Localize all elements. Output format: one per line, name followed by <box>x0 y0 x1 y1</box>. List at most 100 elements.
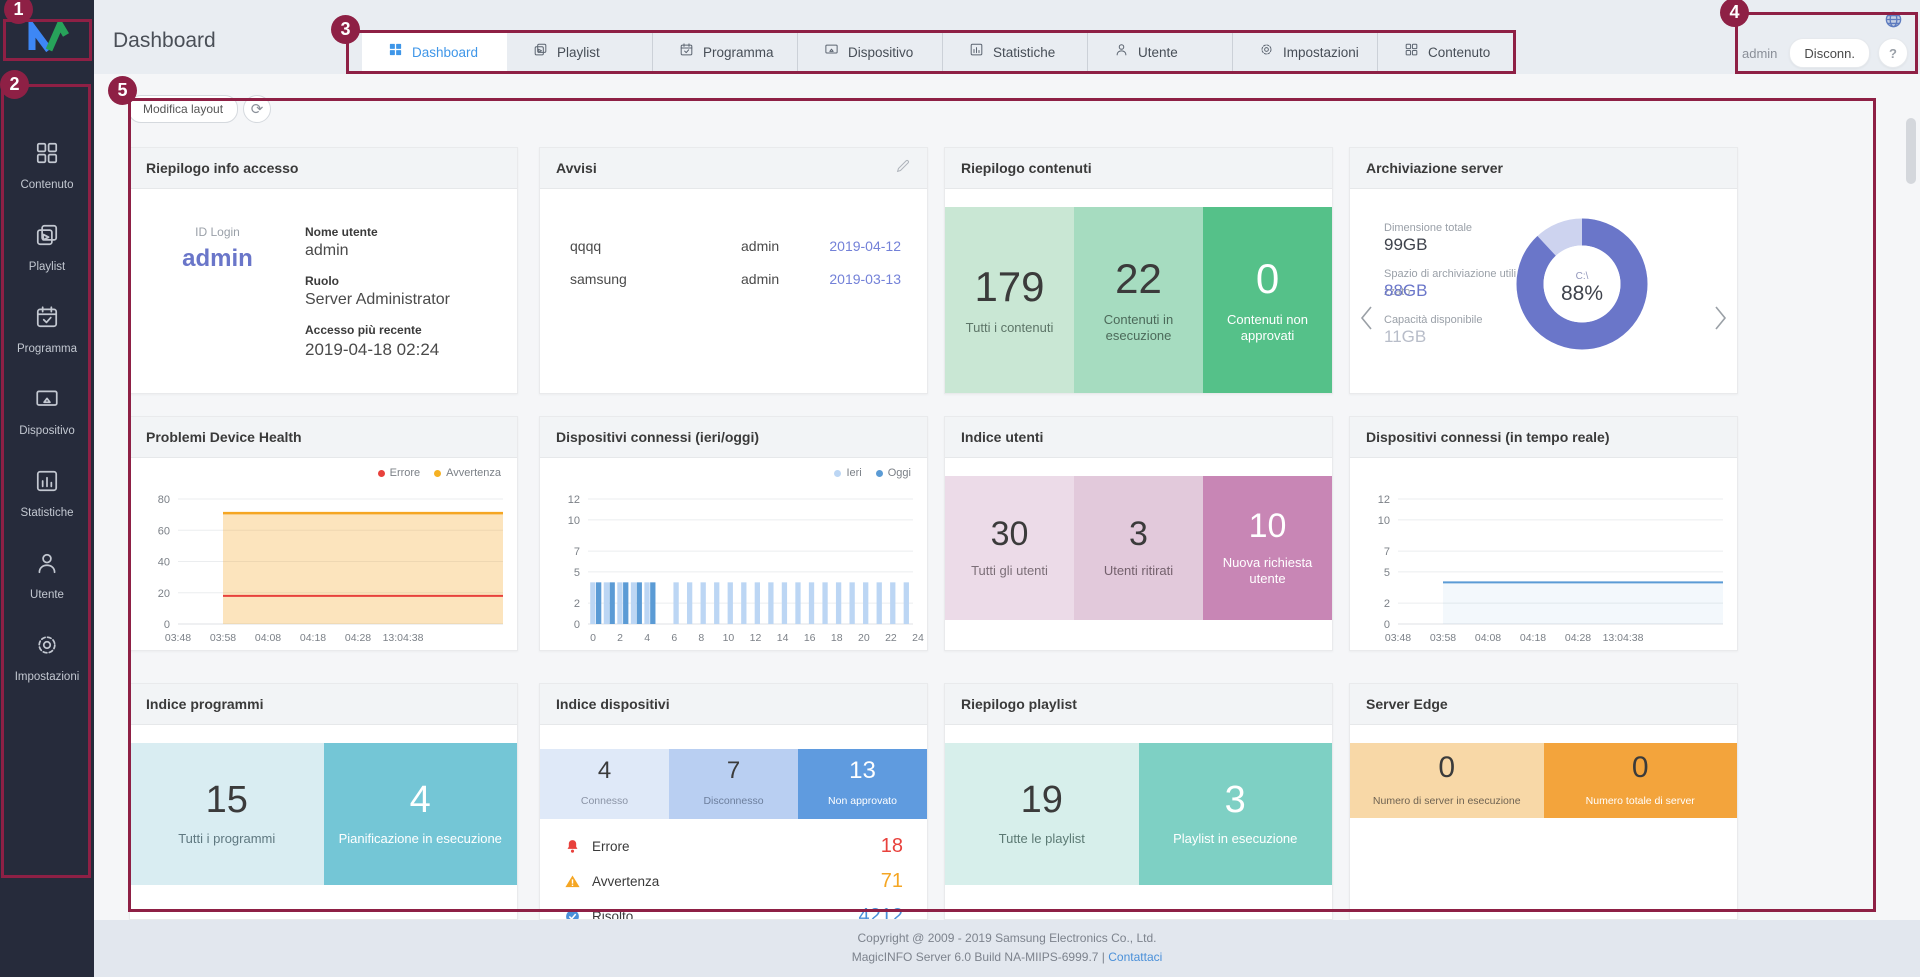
header: Dashboard DashboardPlaylistProgrammaDisp… <box>94 0 1920 74</box>
summary-tile[interactable]: 0Numero totale di server <box>1544 743 1738 818</box>
svg-text:7: 7 <box>574 546 580 558</box>
device-health-legend: ErroreAvvertenza <box>364 467 501 479</box>
legend-item: Ieri <box>834 467 861 479</box>
footer: Copyright @ 2009 - 2019 Samsung Electron… <box>94 920 1920 977</box>
language-globe-icon[interactable] <box>1884 10 1903 34</box>
notice-date-link[interactable]: 2019-03-13 <box>815 271 901 287</box>
tab-playlist[interactable]: Playlist <box>507 30 652 74</box>
card-playlist-summary: Riepilogo playlist 19Tutte le playlist3P… <box>944 683 1333 920</box>
device-status-value: 18 <box>881 835 903 858</box>
login-field-value: admin <box>305 242 517 260</box>
card-title: Dispositivi connessi (ieri/oggi) <box>556 429 911 445</box>
login-field-value: Server Administrator <box>305 291 517 309</box>
card-content-summary: Riepilogo contenuti 179Tutti i contenuti… <box>944 147 1333 394</box>
tab-label: Contenuto <box>1428 45 1490 60</box>
tab-impostazioni[interactable]: Impostazioni <box>1232 30 1377 74</box>
summary-tile[interactable]: 30Tutti gli utenti <box>945 476 1074 620</box>
content-scrollbar-thumb[interactable] <box>1906 118 1916 184</box>
tile-label: Playlist in esecuzione <box>1163 831 1307 847</box>
tile-label: Connesso <box>571 795 638 808</box>
card-title: Riepilogo info accesso <box>146 160 501 176</box>
sidebar-item-programma[interactable]: Programma <box>0 304 94 386</box>
stats-icon <box>34 468 60 499</box>
device-status-label: Errore <box>592 839 881 854</box>
summary-tile[interactable]: 3Utenti ritirati <box>1074 476 1203 620</box>
summary-tile[interactable]: 19Tutte le playlist <box>945 743 1139 885</box>
sidebar-item-playlist[interactable]: Playlist <box>0 222 94 304</box>
svg-text:13:04:38: 13:04:38 <box>383 632 424 644</box>
grid-icon <box>34 140 60 171</box>
storage-free-value: 11GB <box>1384 327 1516 347</box>
help-button[interactable]: ? <box>1878 38 1908 68</box>
sidebar-item-statistiche[interactable]: Statistiche <box>0 468 94 550</box>
tile-label: Tutti i programmi <box>168 831 285 847</box>
contact-link[interactable]: Contattaci <box>1108 950 1162 964</box>
login-field-value: 2019-04-18 02:24 <box>305 340 517 360</box>
svg-text:2: 2 <box>574 598 580 610</box>
summary-tile[interactable]: 10Nuova richiesta utente <box>1203 476 1332 620</box>
sidebar: ContenutoPlaylistProgrammaDispositivoSta… <box>0 0 94 977</box>
main-tabs: DashboardPlaylistProgramma Dispositivo Sta… <box>362 30 1522 74</box>
summary-tile[interactable]: 0Contenuti non approvati <box>1203 207 1332 394</box>
summary-tile[interactable]: 4Connesso <box>540 749 669 819</box>
notice-name: qqqq <box>570 238 741 254</box>
logged-in-user: admin <box>1742 46 1777 61</box>
summary-tile[interactable]: 7Disconnesso <box>669 749 798 819</box>
login-field: Accesso più recente2019-04-18 02:24 <box>305 323 517 360</box>
summary-tile[interactable]: 22 Contenuti in esecuzione <box>1074 207 1203 394</box>
tab-label: Dispositivo <box>848 45 913 60</box>
tile-value: 22 <box>1115 258 1162 300</box>
tile-value: 15 <box>206 781 248 819</box>
device-status-value: 71 <box>881 870 903 893</box>
tab-dispositivo[interactable]: Dispositivo <box>797 30 942 74</box>
storage-used-label: Spazio di archiviazione utili <box>1384 268 1516 280</box>
tile-label: Tutti gli utenti <box>961 563 1058 579</box>
summary-tile[interactable]: 0Numero di server in esecuzione <box>1350 743 1544 818</box>
svg-text:10: 10 <box>568 515 580 527</box>
summary-tile[interactable]: 13Non approvato <box>798 749 927 819</box>
notice-date-link[interactable]: 2019-04-12 <box>815 238 901 254</box>
svg-text:16: 16 <box>804 632 816 644</box>
summary-tile[interactable]: 179Tutti i contenuti <box>945 207 1074 394</box>
card-server-storage: Archiviazione server Dimensione totale 9… <box>1349 147 1738 394</box>
sidebar-item-impostazioni[interactable]: Impostazioni <box>0 632 94 714</box>
tab-contenuto[interactable]: Contenuto <box>1377 30 1522 74</box>
edit-layout-button[interactable]: Modifica layout <box>128 95 238 123</box>
card-program-index: Indice programmi 15Tutti i programmi4Pia… <box>129 683 518 920</box>
app-logo[interactable] <box>0 0 94 74</box>
connected-realtime-chart: 0257101203:4803:5804:0804:1804:2813:04:3… <box>1350 483 1738 651</box>
refresh-button[interactable]: ⟳ <box>243 95 271 123</box>
copyright-text: Copyright @ 2009 - 2019 Samsung Electron… <box>94 929 1920 948</box>
card-connected-realtime: Dispositivi connessi (in tempo reale) 02… <box>1349 416 1738 651</box>
notice-name: samsung <box>570 271 741 287</box>
tab-statistiche[interactable]: Statistiche <box>942 30 1087 74</box>
storage-next-icon[interactable] <box>1714 305 1727 336</box>
summary-tile[interactable]: 4Pianificazione in esecuzione <box>324 743 518 885</box>
tile-label: Contenuti in esecuzione <box>1074 312 1203 345</box>
tab-programma[interactable]: Programma <box>652 30 797 74</box>
storage-prev-icon[interactable] <box>1360 305 1373 336</box>
tab-utente[interactable]: Utente <box>1087 30 1232 74</box>
svg-text:04:28: 04:28 <box>1565 632 1591 644</box>
sidebar-item-utente[interactable]: Utente <box>0 550 94 632</box>
svg-text:4: 4 <box>644 632 650 644</box>
login-field: Nome utenteadmin <box>305 225 517 260</box>
summary-tile[interactable]: 15 Tutti i programmi <box>130 743 324 885</box>
storage-used-value: 88GB <box>1384 281 1427 300</box>
edit-notices-icon[interactable] <box>895 158 911 179</box>
tab-label: Utente <box>1138 45 1178 60</box>
page-title: Dashboard <box>113 29 216 53</box>
sidebar-item-label: Impostazioni <box>15 671 80 683</box>
storage-total-label: Dimensione totale <box>1384 222 1516 234</box>
tab-dashboard[interactable]: Dashboard <box>362 30 507 74</box>
monitor-icon <box>824 42 839 62</box>
logout-button[interactable]: Disconn. <box>1789 38 1870 68</box>
bell-icon <box>564 838 584 855</box>
svg-text:04:28: 04:28 <box>345 632 371 644</box>
summary-tile[interactable]: 3Playlist in esecuzione <box>1139 743 1333 885</box>
sidebar-item-dispositivo[interactable]: Dispositivo <box>0 386 94 468</box>
sidebar-item-contenuto[interactable]: Contenuto <box>0 140 94 222</box>
svg-text:0: 0 <box>574 619 580 631</box>
svg-text:2: 2 <box>1384 598 1390 610</box>
calendar-icon <box>34 304 60 335</box>
